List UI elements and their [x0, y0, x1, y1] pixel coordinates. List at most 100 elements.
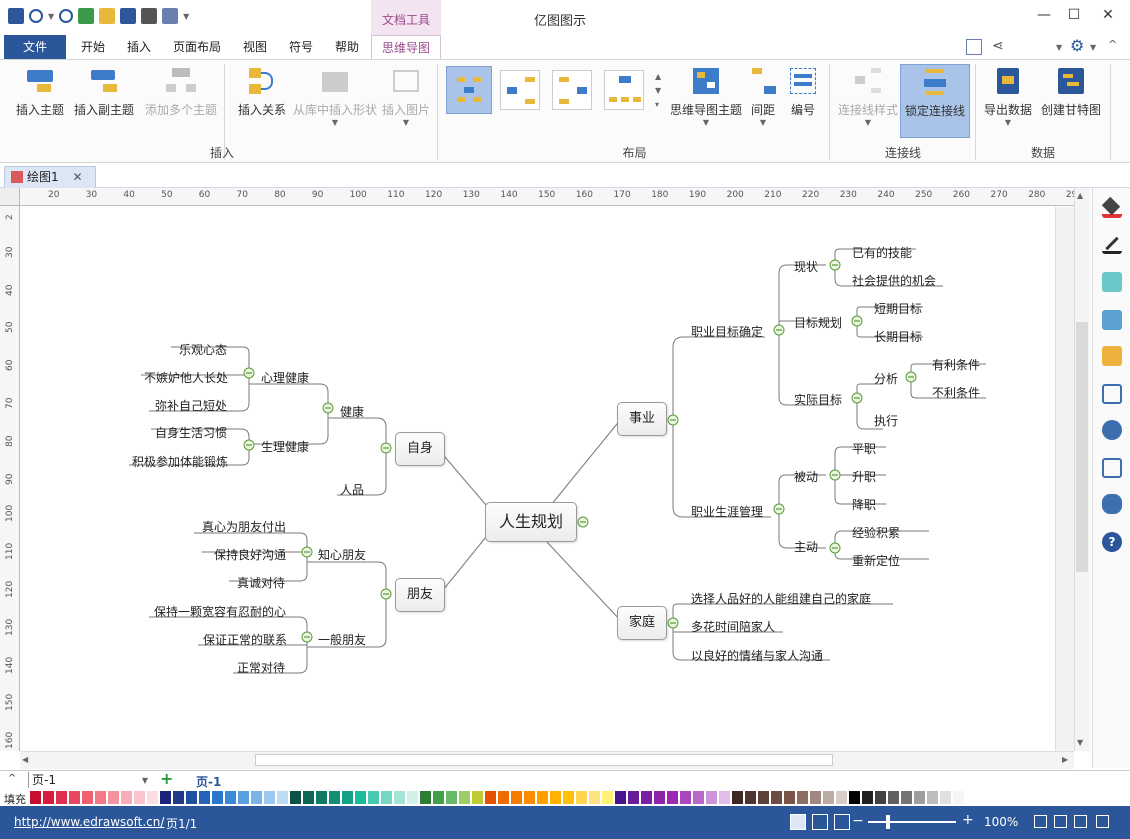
color-swatch[interactable]: [888, 791, 899, 804]
color-swatch[interactable]: [121, 791, 132, 804]
color-swatch[interactable]: [82, 791, 93, 804]
layout-option-org[interactable]: [604, 70, 644, 110]
color-swatch[interactable]: [576, 791, 587, 804]
color-swatch[interactable]: [199, 791, 210, 804]
topic-normal-item[interactable]: 保证正常的联系: [203, 631, 287, 648]
color-swatch[interactable]: [784, 791, 795, 804]
color-swatch[interactable]: [368, 791, 379, 804]
topic-passive-item[interactable]: 升职: [852, 468, 876, 485]
color-swatch[interactable]: [719, 791, 730, 804]
page-panel-toggle-icon[interactable]: ^: [8, 773, 16, 784]
shape-style-icon[interactable]: [1102, 272, 1122, 292]
image-icon[interactable]: [1102, 310, 1122, 330]
settings-dropdown-icon[interactable]: ▼: [1090, 43, 1096, 52]
topic-close-item[interactable]: 保持良好沟通: [214, 546, 286, 563]
color-swatch[interactable]: [342, 791, 353, 804]
zoom-tool-icon[interactable]: [1096, 815, 1109, 828]
topic-career-manage[interactable]: 职业生涯管理: [691, 503, 763, 520]
color-swatch[interactable]: [472, 791, 483, 804]
topic-normal-item[interactable]: 保持一颗宽容有忍耐的心: [154, 603, 286, 620]
zoom-in-icon[interactable]: +: [962, 812, 974, 828]
color-swatch[interactable]: [953, 791, 964, 804]
topic-plan-item[interactable]: 长期目标: [874, 328, 922, 345]
zoom-level[interactable]: 100%: [984, 815, 1018, 829]
topic-passive-item[interactable]: 降职: [852, 496, 876, 513]
topic-family-item[interactable]: 以良好的情绪与家人沟通: [691, 647, 823, 664]
undo-icon[interactable]: [29, 9, 43, 23]
color-swatch[interactable]: [615, 791, 626, 804]
tab-symbols[interactable]: 符号: [280, 35, 322, 59]
horizontal-scroll-thumb[interactable]: [255, 754, 833, 766]
color-swatch[interactable]: [303, 791, 314, 804]
page-select[interactable]: 页-1 ▼: [28, 772, 150, 788]
topic-active-item[interactable]: 经验积累: [852, 524, 900, 541]
tab-page-layout[interactable]: 页面布局: [166, 35, 228, 59]
color-swatch[interactable]: [381, 791, 392, 804]
color-swatch[interactable]: [290, 791, 301, 804]
topic-close-friends[interactable]: 知心朋友: [318, 546, 366, 563]
color-swatch[interactable]: [628, 791, 639, 804]
numbering-button[interactable]: 编号: [786, 64, 820, 118]
zoom-slider[interactable]: [868, 821, 956, 823]
topic-plan[interactable]: 目标规划: [794, 314, 842, 331]
color-swatch[interactable]: [316, 791, 327, 804]
connector-style-button[interactable]: 连接线样式 ▼: [834, 64, 902, 127]
color-swatch[interactable]: [134, 791, 145, 804]
topic-passive-item[interactable]: 平职: [852, 440, 876, 457]
topic-physical-item[interactable]: 积极参加体能锻炼: [132, 453, 228, 470]
color-swatch[interactable]: [498, 791, 509, 804]
main-topic-friends[interactable]: 朋友: [395, 578, 445, 612]
color-swatch[interactable]: [745, 791, 756, 804]
color-swatch[interactable]: [160, 791, 171, 804]
scroll-left-icon[interactable]: ◀: [22, 755, 28, 764]
topic-analysis[interactable]: 分析: [874, 370, 898, 387]
spacing-button[interactable]: 间距 ▼: [746, 64, 780, 127]
topic-health[interactable]: 健康: [340, 403, 364, 420]
mindmap-theme-button[interactable]: 思维导图主题 ▼: [668, 64, 744, 127]
layers-icon[interactable]: [1102, 346, 1122, 366]
export-icon[interactable]: [162, 8, 179, 24]
color-swatch[interactable]: [355, 791, 366, 804]
scroll-right-icon[interactable]: ▶: [1062, 755, 1068, 764]
layout-gallery-scroll[interactable]: ▲ ▼ ▾: [655, 70, 661, 112]
normal-view-icon[interactable]: [790, 814, 806, 830]
maximize-button[interactable]: ☐: [1060, 5, 1088, 25]
topic-analysis-item[interactable]: 有利条件: [932, 356, 980, 373]
color-swatch[interactable]: [667, 791, 678, 804]
color-swatch[interactable]: [641, 791, 652, 804]
presentation-view-icon[interactable]: [834, 814, 850, 830]
line-pen-icon[interactable]: [1102, 234, 1122, 254]
color-swatch[interactable]: [966, 791, 977, 804]
page-view-icon[interactable]: [812, 814, 828, 830]
color-swatch[interactable]: [251, 791, 262, 804]
color-swatch[interactable]: [329, 791, 340, 804]
color-swatch[interactable]: [56, 791, 67, 804]
fit-width-icon[interactable]: [1054, 815, 1067, 828]
color-swatch[interactable]: [446, 791, 457, 804]
topic-mental-item[interactable]: 乐观心态: [179, 341, 227, 358]
color-swatch[interactable]: [173, 791, 184, 804]
fit-page-icon[interactable]: [1034, 815, 1047, 828]
page-icon[interactable]: [1102, 384, 1122, 404]
fill-bucket-icon[interactable]: [1101, 196, 1122, 218]
topic-close-item[interactable]: 真诚对待: [237, 574, 285, 591]
color-swatch[interactable]: [264, 791, 275, 804]
topic-mental-item[interactable]: 弥补自己短处: [155, 397, 227, 414]
close-button[interactable]: ✕: [1094, 5, 1122, 25]
color-swatch[interactable]: [95, 791, 106, 804]
insert-topic-button[interactable]: 插入主题: [12, 64, 68, 118]
main-topic-self[interactable]: 自身: [395, 432, 445, 466]
color-swatch[interactable]: [758, 791, 769, 804]
zoom-out-icon[interactable]: −: [852, 813, 864, 829]
comment-icon[interactable]: [1102, 494, 1122, 514]
full-screen-icon[interactable]: [1074, 815, 1087, 828]
color-swatch[interactable]: [147, 791, 158, 804]
color-swatch[interactable]: [563, 791, 574, 804]
topic-family-item[interactable]: 选择人品好的人能组建自己的家庭: [691, 590, 871, 607]
color-swatch[interactable]: [589, 791, 600, 804]
collapse-ribbon-icon[interactable]: ^: [1108, 38, 1117, 51]
drawing-canvas[interactable]: 人生规划 事业 自身 朋友 家庭 职业目标确定 现状 已有的技能 社会提供的机会…: [21, 207, 1055, 751]
color-swatch[interactable]: [810, 791, 821, 804]
layout-option-radial[interactable]: [446, 66, 492, 114]
add-multiple-topics-button[interactable]: 添加多个主题: [142, 64, 220, 118]
